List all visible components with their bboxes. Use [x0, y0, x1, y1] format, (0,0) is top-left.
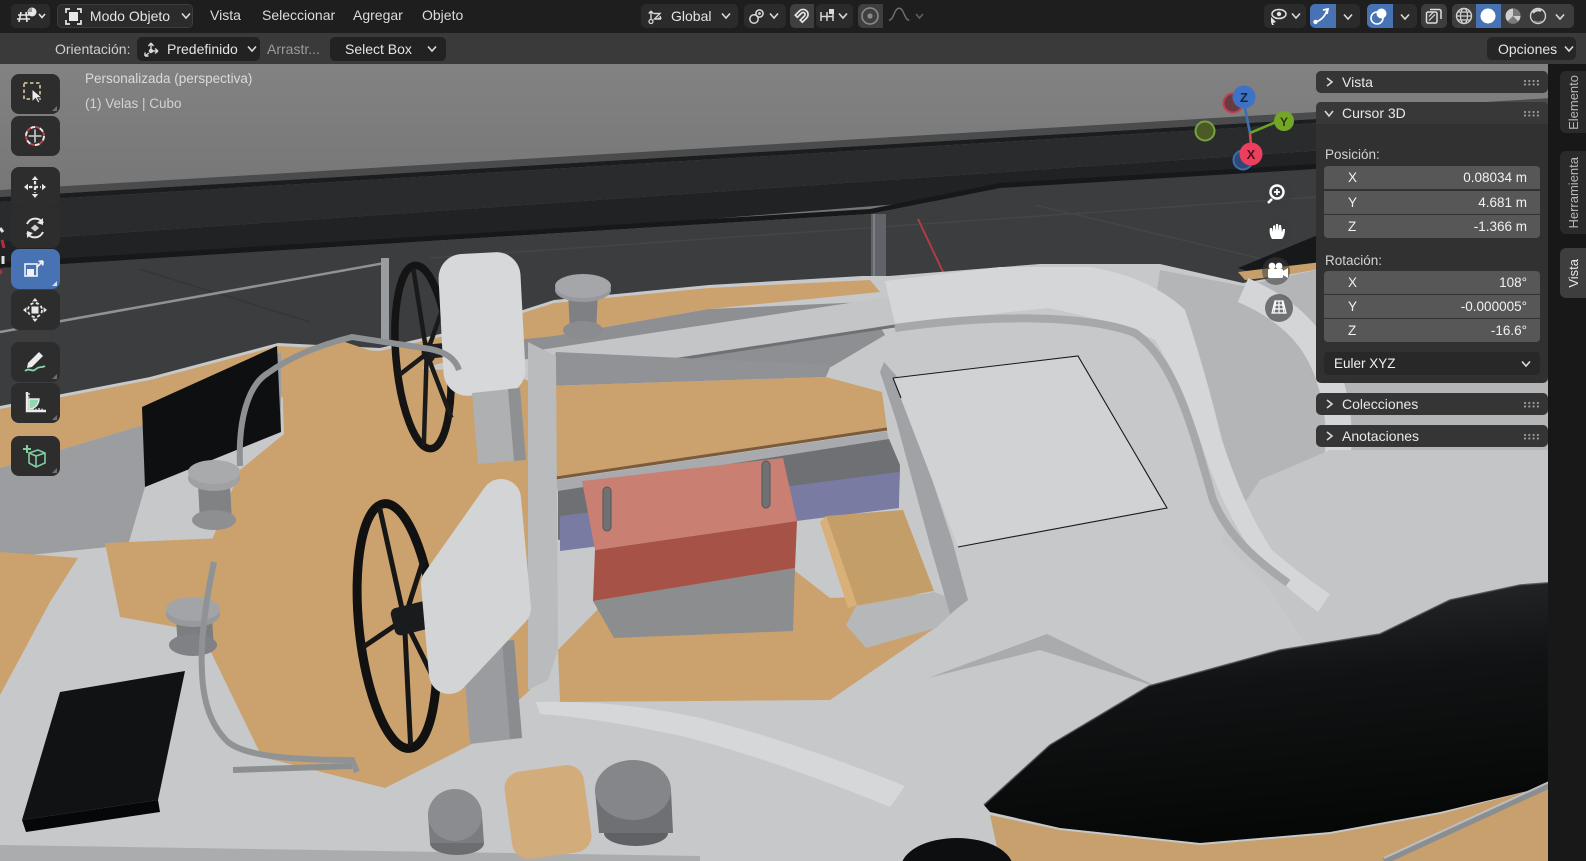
- svg-text:Personalizada (perspectiva): Personalizada (perspectiva): [85, 71, 252, 86]
- svg-text:X: X: [1247, 147, 1256, 162]
- svg-text:(1) Velas | Cubo: (1) Velas | Cubo: [85, 96, 182, 111]
- svg-text:Z: Z: [1240, 90, 1248, 105]
- svg-text:Y: Y: [1280, 115, 1288, 129]
